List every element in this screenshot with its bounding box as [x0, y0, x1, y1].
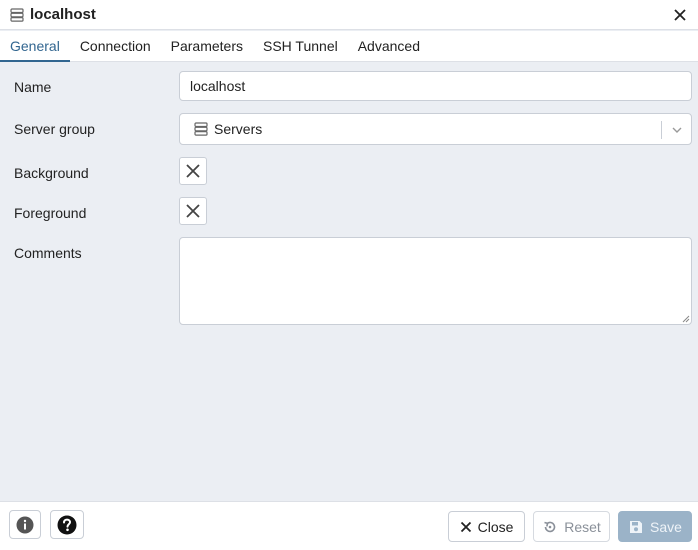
reset-button-label: Reset: [564, 518, 601, 535]
resize-grip-icon[interactable]: [682, 315, 690, 323]
help-icon: [57, 515, 77, 534]
tab-ssh-tunnel[interactable]: SSH Tunnel: [253, 31, 348, 61]
foreground-color-button[interactable]: [179, 197, 207, 225]
name-label: Name: [14, 79, 52, 95]
comments-label: Comments: [14, 245, 82, 261]
tab-advanced[interactable]: Advanced: [348, 31, 430, 61]
server-group-icon: [194, 122, 208, 136]
server-group-label: Server group: [14, 121, 95, 137]
help-button[interactable]: [50, 510, 84, 539]
clear-color-icon: [186, 164, 200, 178]
server-group-select[interactable]: Servers: [179, 113, 692, 145]
save-button-label: Save: [650, 518, 682, 535]
save-button[interactable]: Save: [618, 511, 692, 542]
background-color-button[interactable]: [179, 157, 207, 185]
info-button[interactable]: [9, 510, 41, 539]
comments-textarea[interactable]: [179, 237, 692, 325]
tab-connection[interactable]: Connection: [70, 31, 161, 61]
dialog-footer: Close Reset Save: [0, 501, 698, 550]
close-button[interactable]: Close: [448, 511, 525, 542]
clear-color-icon: [186, 204, 200, 218]
select-separator: [661, 121, 662, 139]
background-label: Background: [14, 165, 89, 181]
close-button-label: Close: [477, 518, 514, 535]
name-input[interactable]: localhost: [179, 71, 692, 101]
save-icon: [630, 520, 643, 533]
server-icon: [10, 7, 24, 22]
tab-general[interactable]: General: [0, 31, 70, 62]
name-input-value: localhost: [190, 78, 246, 94]
server-group-value: Servers: [214, 121, 263, 137]
tab-parameters[interactable]: Parameters: [161, 31, 253, 61]
tab-bar: General Connection Parameters SSH Tunnel…: [0, 31, 698, 62]
reset-button[interactable]: Reset: [533, 511, 610, 542]
chevron-down-icon[interactable]: [671, 124, 683, 136]
dialog-titlebar: localhost: [0, 0, 698, 30]
info-icon: [16, 516, 34, 533]
dialog-title: localhost: [30, 6, 96, 23]
reset-icon: [544, 521, 556, 532]
close-icon[interactable]: [672, 7, 688, 23]
foreground-label: Foreground: [14, 205, 87, 221]
close-icon: [460, 521, 471, 532]
